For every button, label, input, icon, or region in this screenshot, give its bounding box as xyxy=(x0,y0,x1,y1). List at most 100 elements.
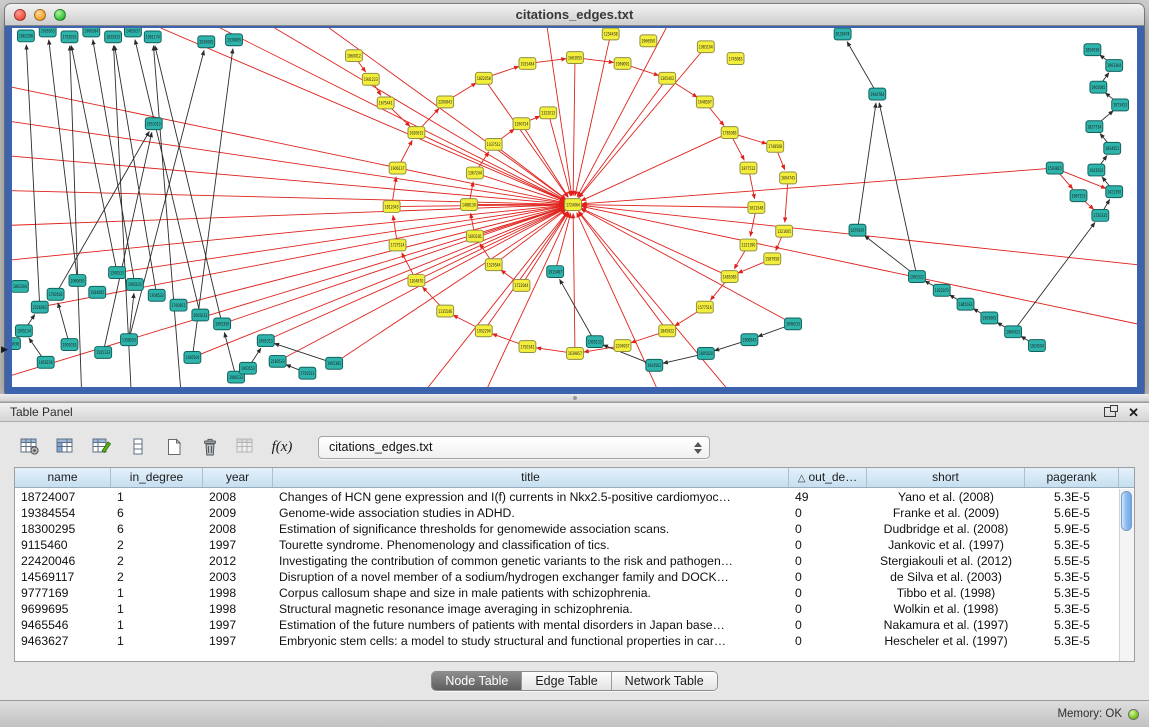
graph-node[interactable]: 2053310 xyxy=(145,118,162,130)
graph-node[interactable]: 1900543 xyxy=(741,334,758,346)
graph-edge[interactable] xyxy=(93,40,135,285)
graph-edge[interactable] xyxy=(71,46,117,273)
graph-node[interactable]: 1845033 xyxy=(957,298,974,310)
table-row[interactable]: 1830029562008Estimation of significance … xyxy=(15,521,1119,537)
graph-node[interactable]: 1905350 xyxy=(214,318,231,330)
graph-edge[interactable] xyxy=(582,168,1055,204)
graph-edge[interactable] xyxy=(581,209,793,324)
graph-node[interactable]: 1204870 xyxy=(408,275,425,287)
tab-network-table[interactable]: Network Table xyxy=(612,672,717,690)
graph-node[interactable]: 2026085 xyxy=(198,36,215,48)
graph-node[interactable]: 1905133 xyxy=(586,336,603,348)
graph-node[interactable]: 1827734 xyxy=(1086,121,1103,133)
graph-node[interactable]: 1254438 xyxy=(602,28,619,40)
graph-node[interactable]: 1687253 xyxy=(1070,190,1087,202)
graph-node[interactable]: 1756638 xyxy=(12,338,20,350)
graph-node[interactable]: 1805420 xyxy=(697,348,714,360)
graph-node[interactable]: 1750533 xyxy=(299,367,316,379)
graph-edge[interactable] xyxy=(560,279,595,341)
table-row[interactable]: 911546021997Tourette syndrome. Phenomeno… xyxy=(15,537,1119,553)
graph-node[interactable]: 1305402 xyxy=(659,72,676,84)
graph-edge[interactable] xyxy=(155,46,222,324)
graph-edge[interactable] xyxy=(129,293,134,339)
graph-node[interactable]: 1693181 xyxy=(466,230,483,242)
panel-expand-arrow[interactable]: ▶ xyxy=(1,344,8,355)
graph-node[interactable]: 1905385 xyxy=(326,357,343,369)
graph-node[interactable]: 1724064 xyxy=(565,199,582,211)
graph-node[interactable]: 1648507 xyxy=(696,96,713,108)
edit-table-button[interactable] xyxy=(86,432,118,462)
table-row[interactable]: 969969511998Structural magnetic resonanc… xyxy=(15,601,1119,617)
tab-node-table[interactable]: Node Table xyxy=(432,672,522,690)
graph-node[interactable]: 2200843 xyxy=(437,96,454,108)
graph-node[interactable]: 1905134 xyxy=(15,325,32,337)
graph-node[interactable]: 1905322 xyxy=(909,271,926,283)
graph-node[interactable]: 1905035 xyxy=(126,279,143,291)
row-height-button[interactable] xyxy=(122,432,154,462)
graph-node[interactable]: 2605033 xyxy=(192,309,209,321)
graph-edge[interactable] xyxy=(275,28,566,200)
graph-node[interactable]: 1722044 xyxy=(513,279,530,291)
graph-node[interactable]: 8130474 xyxy=(834,28,851,40)
column-header-short[interactable]: short xyxy=(867,468,1025,487)
graph-node[interactable]: 1604743 xyxy=(780,172,797,184)
show-columns-button[interactable] xyxy=(50,432,82,462)
graph-node[interactable]: 1850236 xyxy=(37,356,54,368)
graph-node[interactable]: 1760851 xyxy=(170,299,187,311)
graph-node[interactable]: 1750342 xyxy=(519,341,536,353)
table-select-dropdown[interactable]: citations_edges.txt xyxy=(318,436,710,459)
graph-node[interactable]: 1966950 xyxy=(640,35,657,47)
graph-node[interactable]: 1900584 xyxy=(83,28,100,37)
graph-node[interactable]: 1905085 xyxy=(1090,81,1107,93)
graph-edge[interactable] xyxy=(12,191,564,205)
table-row[interactable]: 2242004622012Investigating the contribut… xyxy=(15,553,1119,569)
graph-node[interactable]: 1577516 xyxy=(696,301,713,313)
graph-node[interactable]: 1720335 xyxy=(1092,209,1109,221)
tab-edge-table[interactable]: Edge Table xyxy=(522,672,611,690)
graph-node[interactable]: 1969091 xyxy=(614,58,631,70)
graph-node[interactable]: 1727514 xyxy=(389,239,406,251)
panel-splitter[interactable] xyxy=(0,394,1149,402)
graph-node[interactable]: 1221390 xyxy=(740,239,757,251)
graph-edge[interactable] xyxy=(70,46,82,387)
table-row[interactable]: 977716911998Corpus callosum shape and si… xyxy=(15,585,1119,601)
graph-node[interactable]: 1862208 xyxy=(17,30,34,42)
graph-node[interactable]: 1812045 xyxy=(383,201,400,213)
graph-node[interactable]: 1760503 xyxy=(47,288,64,300)
column-header-pagerank[interactable]: pagerank xyxy=(1025,468,1119,487)
graph-edge[interactable] xyxy=(179,207,565,305)
table-row[interactable]: 1938455462009Genome-wide association stu… xyxy=(15,505,1119,521)
window-titlebar[interactable]: citations_edges.txt xyxy=(5,4,1144,26)
graph-node[interactable]: 1539805 xyxy=(226,34,243,46)
column-header-year[interactable]: year xyxy=(203,468,273,487)
graph-node[interactable]: 1505133 xyxy=(95,347,112,359)
graph-node[interactable]: 1834051 xyxy=(1104,142,1121,154)
graph-node[interactable]: 1845922 xyxy=(659,325,676,337)
graph-edge[interactable] xyxy=(573,58,575,196)
graph-node[interactable]: 1529544 xyxy=(485,259,502,271)
graph-edge[interactable] xyxy=(220,28,565,201)
graph-edge[interactable] xyxy=(135,40,200,315)
minimize-window-button[interactable] xyxy=(34,9,46,21)
graph-node[interactable]: 1135546 xyxy=(437,305,454,317)
graph-node[interactable]: 1835033 xyxy=(105,31,122,43)
close-window-button[interactable] xyxy=(14,9,26,21)
graph-node[interactable]: 1906137 xyxy=(389,162,406,174)
graph-node[interactable]: 1421350 xyxy=(1106,186,1123,198)
graph-node[interactable]: 1643503 xyxy=(1088,164,1105,176)
graph-node[interactable]: 1903553 xyxy=(239,362,256,374)
graph-node[interactable]: 1915484 xyxy=(519,58,536,70)
graph-node[interactable]: 1901174 xyxy=(144,31,161,43)
graph-node[interactable]: 1584085 xyxy=(89,286,106,298)
graph-edge[interactable] xyxy=(222,207,564,323)
graph-edge[interactable] xyxy=(555,213,571,271)
graph-edge[interactable] xyxy=(1013,223,1095,332)
graph-node[interactable]: 1924502 xyxy=(646,359,663,371)
zoom-window-button[interactable] xyxy=(54,9,66,21)
graph-node[interactable]: 2026503 xyxy=(39,28,56,37)
table-row[interactable]: 1872400712008Changes of HCN gene express… xyxy=(15,489,1119,505)
graph-node[interactable]: 1639857 xyxy=(567,348,584,360)
table-row[interactable]: 946554611997Estimation of the future num… xyxy=(15,617,1119,633)
graph-node[interactable]: 1905065 xyxy=(981,312,998,324)
close-icon[interactable]: ✕ xyxy=(1128,406,1139,419)
